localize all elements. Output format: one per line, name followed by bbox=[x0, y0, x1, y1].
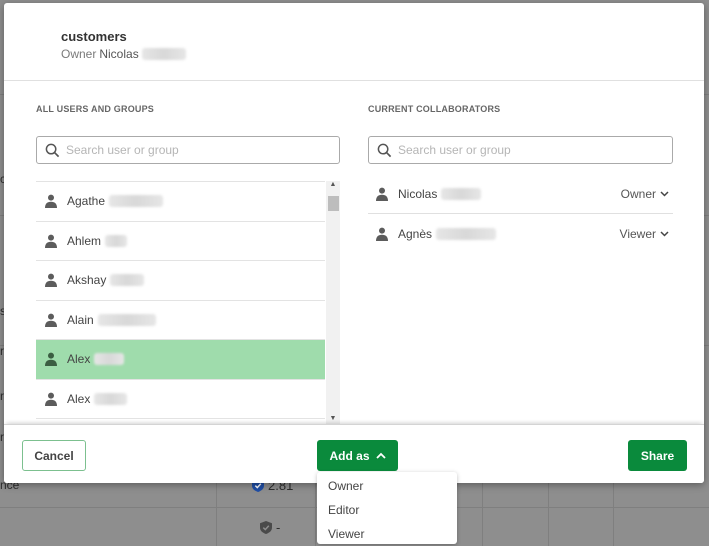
role-label: Owner bbox=[621, 187, 656, 201]
chevron-down-icon bbox=[660, 191, 669, 197]
person-icon bbox=[44, 392, 58, 406]
user-first-name: Akshay bbox=[67, 273, 106, 287]
collaborator-item: Agnès Viewer bbox=[368, 214, 673, 254]
user-first-name: Ahlem bbox=[67, 234, 101, 248]
user-list-items: Agathe Ahlem Akshay Alain Alex Alex bbox=[36, 181, 325, 419]
bg-col-divider bbox=[482, 483, 483, 546]
collaborators-search[interactable] bbox=[368, 136, 673, 164]
person-icon bbox=[375, 227, 389, 241]
redacted-last-name bbox=[105, 235, 127, 247]
add-as-menu: Owner Editor Viewer bbox=[317, 472, 457, 544]
bg-col-divider bbox=[548, 483, 549, 546]
share-dialog: customers Owner Nicolas ALL USERS AND GR… bbox=[4, 3, 704, 483]
bg-col-divider bbox=[613, 483, 614, 546]
menu-item-viewer[interactable]: Viewer bbox=[317, 522, 457, 546]
redacted-last-name bbox=[142, 48, 186, 60]
user-first-name: Alex bbox=[67, 392, 90, 406]
user-first-name: Alex bbox=[67, 352, 90, 366]
person-icon bbox=[44, 352, 58, 366]
collaborators-search-input[interactable] bbox=[398, 143, 638, 157]
menu-item-editor[interactable]: Editor bbox=[317, 498, 457, 522]
collaborator-first-name: Agnès bbox=[398, 227, 432, 241]
bg-col-divider bbox=[315, 483, 316, 546]
person-icon bbox=[44, 273, 58, 287]
role-label: Viewer bbox=[620, 227, 656, 241]
redacted-last-name bbox=[441, 188, 481, 200]
scroll-thumb[interactable] bbox=[328, 196, 339, 211]
collaborator-item: Nicolas Owner bbox=[368, 174, 673, 214]
redacted-last-name bbox=[94, 353, 124, 365]
bg-score-cell: - bbox=[260, 520, 280, 535]
menu-item-owner[interactable]: Owner bbox=[317, 474, 457, 498]
person-icon bbox=[44, 234, 58, 248]
redacted-last-name bbox=[110, 274, 144, 286]
shield-check-icon bbox=[260, 521, 272, 534]
person-icon bbox=[44, 313, 58, 327]
user-list-item[interactable]: Agathe bbox=[36, 181, 325, 221]
all-users-heading: ALL USERS AND GROUPS bbox=[36, 104, 154, 114]
scroll-down-arrow-icon[interactable]: ▼ bbox=[326, 411, 340, 425]
dialog-header: customers Owner Nicolas bbox=[4, 3, 704, 81]
person-icon bbox=[375, 187, 389, 201]
role-dropdown[interactable]: Viewer bbox=[620, 227, 673, 241]
dialog-title: customers bbox=[61, 29, 704, 44]
list-scrollbar[interactable]: ▲ ▼ bbox=[326, 181, 340, 425]
redacted-last-name bbox=[98, 314, 156, 326]
search-icon bbox=[377, 143, 392, 158]
search-icon bbox=[45, 143, 60, 158]
owner-info: Owner Nicolas bbox=[61, 47, 704, 61]
list-divider bbox=[36, 418, 325, 419]
redacted-last-name bbox=[436, 228, 496, 240]
owner-name: Nicolas bbox=[99, 47, 138, 61]
role-dropdown[interactable]: Owner bbox=[621, 187, 673, 201]
collaborators-heading: CURRENT COLLABORATORS bbox=[368, 104, 500, 114]
user-list-item[interactable]: Ahlem bbox=[36, 221, 325, 261]
user-list-item[interactable]: Alex bbox=[36, 339, 325, 379]
add-as-button[interactable]: Add as bbox=[317, 440, 398, 471]
redacted-last-name bbox=[109, 195, 163, 207]
user-list-item[interactable]: Akshay bbox=[36, 260, 325, 300]
chevron-down-icon bbox=[660, 231, 669, 237]
user-list-item[interactable]: Alain bbox=[36, 300, 325, 340]
share-button[interactable]: Share bbox=[628, 440, 687, 471]
bg-score-value: - bbox=[276, 520, 280, 535]
user-first-name: Alain bbox=[67, 313, 94, 327]
all-users-search-input[interactable] bbox=[66, 143, 306, 157]
cancel-button[interactable]: Cancel bbox=[22, 440, 86, 471]
user-list-item[interactable]: Alex bbox=[36, 379, 325, 419]
chevron-up-icon bbox=[376, 452, 386, 459]
collaborator-divider bbox=[368, 213, 673, 214]
collaborator-first-name: Nicolas bbox=[398, 187, 437, 201]
bg-col-divider bbox=[216, 483, 217, 546]
scroll-up-arrow-icon[interactable]: ▲ bbox=[326, 181, 340, 191]
add-as-label: Add as bbox=[329, 449, 369, 463]
user-first-name: Agathe bbox=[67, 194, 105, 208]
all-users-list: Agathe Ahlem Akshay Alain Alex Alex ▲ ▼ bbox=[36, 181, 342, 425]
all-users-search[interactable] bbox=[36, 136, 340, 164]
person-icon bbox=[44, 194, 58, 208]
owner-label: Owner bbox=[61, 47, 96, 61]
redacted-last-name bbox=[94, 393, 127, 405]
